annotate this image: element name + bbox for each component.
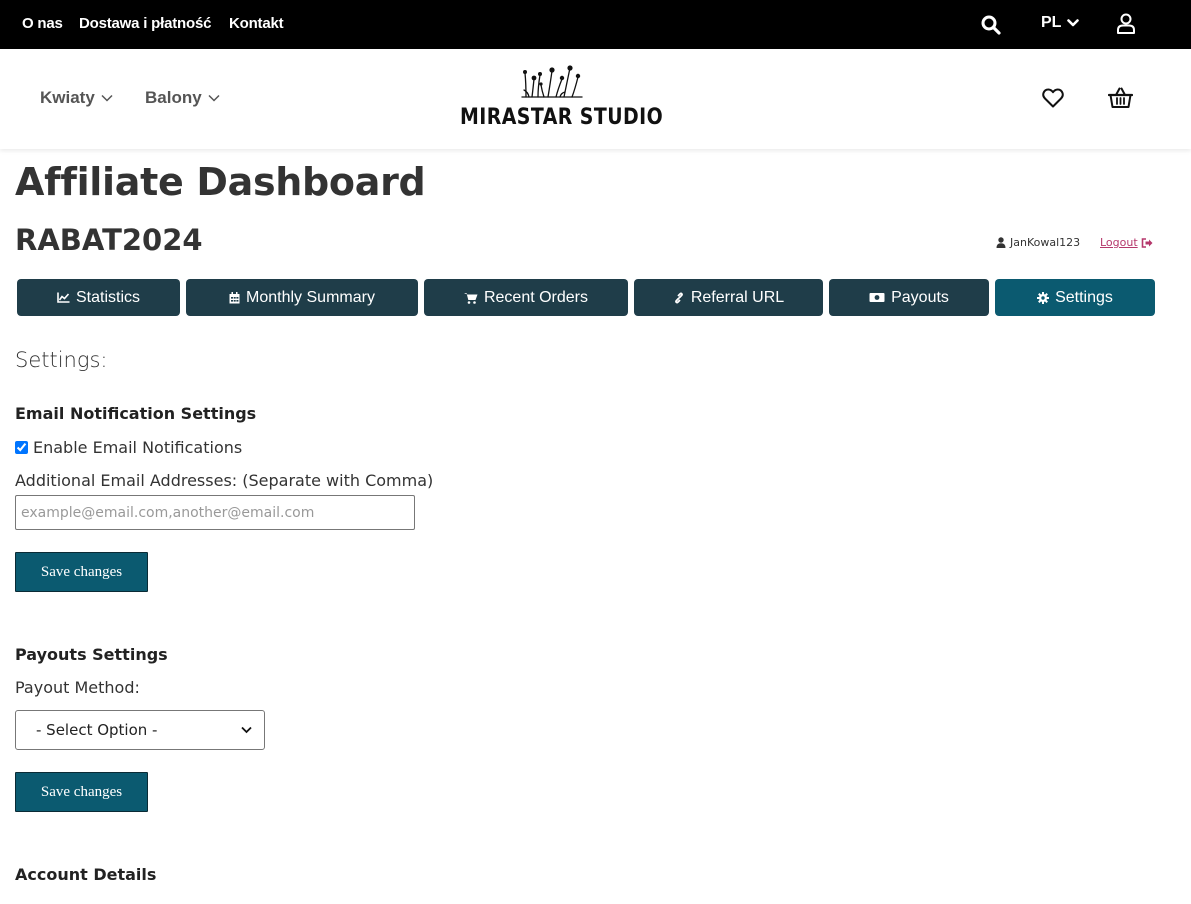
enable-email-checkbox[interactable] [15, 441, 28, 454]
save-payout-settings-button[interactable]: Save changes [15, 772, 148, 812]
topbar-link-contact[interactable]: Kontakt [229, 15, 284, 32]
logout-link[interactable]: Logout [1100, 236, 1153, 249]
user-icon[interactable] [1116, 13, 1136, 34]
affiliate-code: RABAT2024 [15, 223, 203, 257]
basket-icon[interactable] [1108, 87, 1133, 109]
site-header: Kwiaty Balony MIRASTAR STUDIO [0, 49, 1191, 149]
gear-icon [1037, 291, 1050, 304]
link-icon [674, 292, 683, 303]
language-selector[interactable]: PL [1041, 14, 1080, 32]
tab-label: Payouts [891, 288, 949, 306]
user-info: JanKowal123 [996, 236, 1080, 249]
additional-emails-input[interactable] [15, 495, 415, 530]
topbar-link-delivery[interactable]: Dostawa i płatność [79, 15, 211, 32]
tab-label: Monthly Summary [246, 288, 375, 306]
tab-recent-orders[interactable]: Recent Orders [424, 279, 628, 316]
nav-item-balloons[interactable]: Balony [145, 88, 220, 108]
chevron-down-icon [208, 94, 220, 102]
tab-label: Statistics [75, 288, 140, 306]
select-value: - Select Option - [36, 721, 158, 739]
chevron-down-icon [1067, 19, 1080, 27]
tab-label: Referral URL [690, 288, 785, 306]
email-settings-title: Email Notification Settings [15, 404, 257, 423]
sign-out-icon [1141, 237, 1153, 248]
chevron-down-icon [101, 94, 113, 102]
logout-label: Logout [1100, 236, 1138, 249]
user-icon [996, 237, 1006, 248]
chevron-down-icon [241, 726, 252, 734]
chart-icon [57, 292, 70, 303]
save-email-settings-button[interactable]: Save changes [15, 552, 148, 592]
account-details-title: Account Details [15, 865, 157, 884]
page-title: Affiliate Dashboard [15, 160, 426, 204]
tab-settings[interactable]: Settings [995, 279, 1155, 316]
nav-label: Kwiaty [40, 88, 95, 107]
tab-statistics[interactable]: Statistics [17, 279, 180, 316]
language-label: PL [1041, 14, 1062, 31]
heart-icon[interactable] [1042, 88, 1064, 108]
additional-emails-label: Additional Email Addresses: (Separate wi… [15, 471, 434, 490]
logo-text: MIRASTAR STUDIO [460, 105, 664, 130]
money-icon [869, 293, 885, 302]
settings-heading: Settings: [15, 348, 108, 372]
search-icon[interactable] [981, 15, 1001, 35]
payout-method-select[interactable]: - Select Option - [15, 710, 265, 750]
tab-label: Settings [1055, 288, 1113, 306]
cart-icon [463, 292, 478, 304]
username: JanKowal123 [1010, 236, 1081, 249]
nav-item-flowers[interactable]: Kwiaty [40, 88, 113, 108]
logo[interactable]: MIRASTAR STUDIO [460, 65, 664, 135]
payout-method-label: Payout Method: [15, 678, 140, 697]
top-bar: O nas Dostawa i płatność Kontakt PL [0, 0, 1191, 49]
topbar-link-about[interactable]: O nas [22, 15, 63, 32]
tab-referral-url[interactable]: Referral URL [634, 279, 823, 316]
tab-label: Recent Orders [483, 288, 589, 306]
enable-email-label[interactable]: Enable Email Notifications [33, 438, 242, 457]
nav-label: Balony [145, 88, 202, 107]
payout-settings-title: Payouts Settings [15, 645, 168, 664]
calendar-icon [229, 291, 240, 303]
tab-monthly-summary[interactable]: Monthly Summary [186, 279, 418, 316]
tab-payouts[interactable]: Payouts [829, 279, 989, 316]
flowers-logo-icon [521, 65, 583, 98]
